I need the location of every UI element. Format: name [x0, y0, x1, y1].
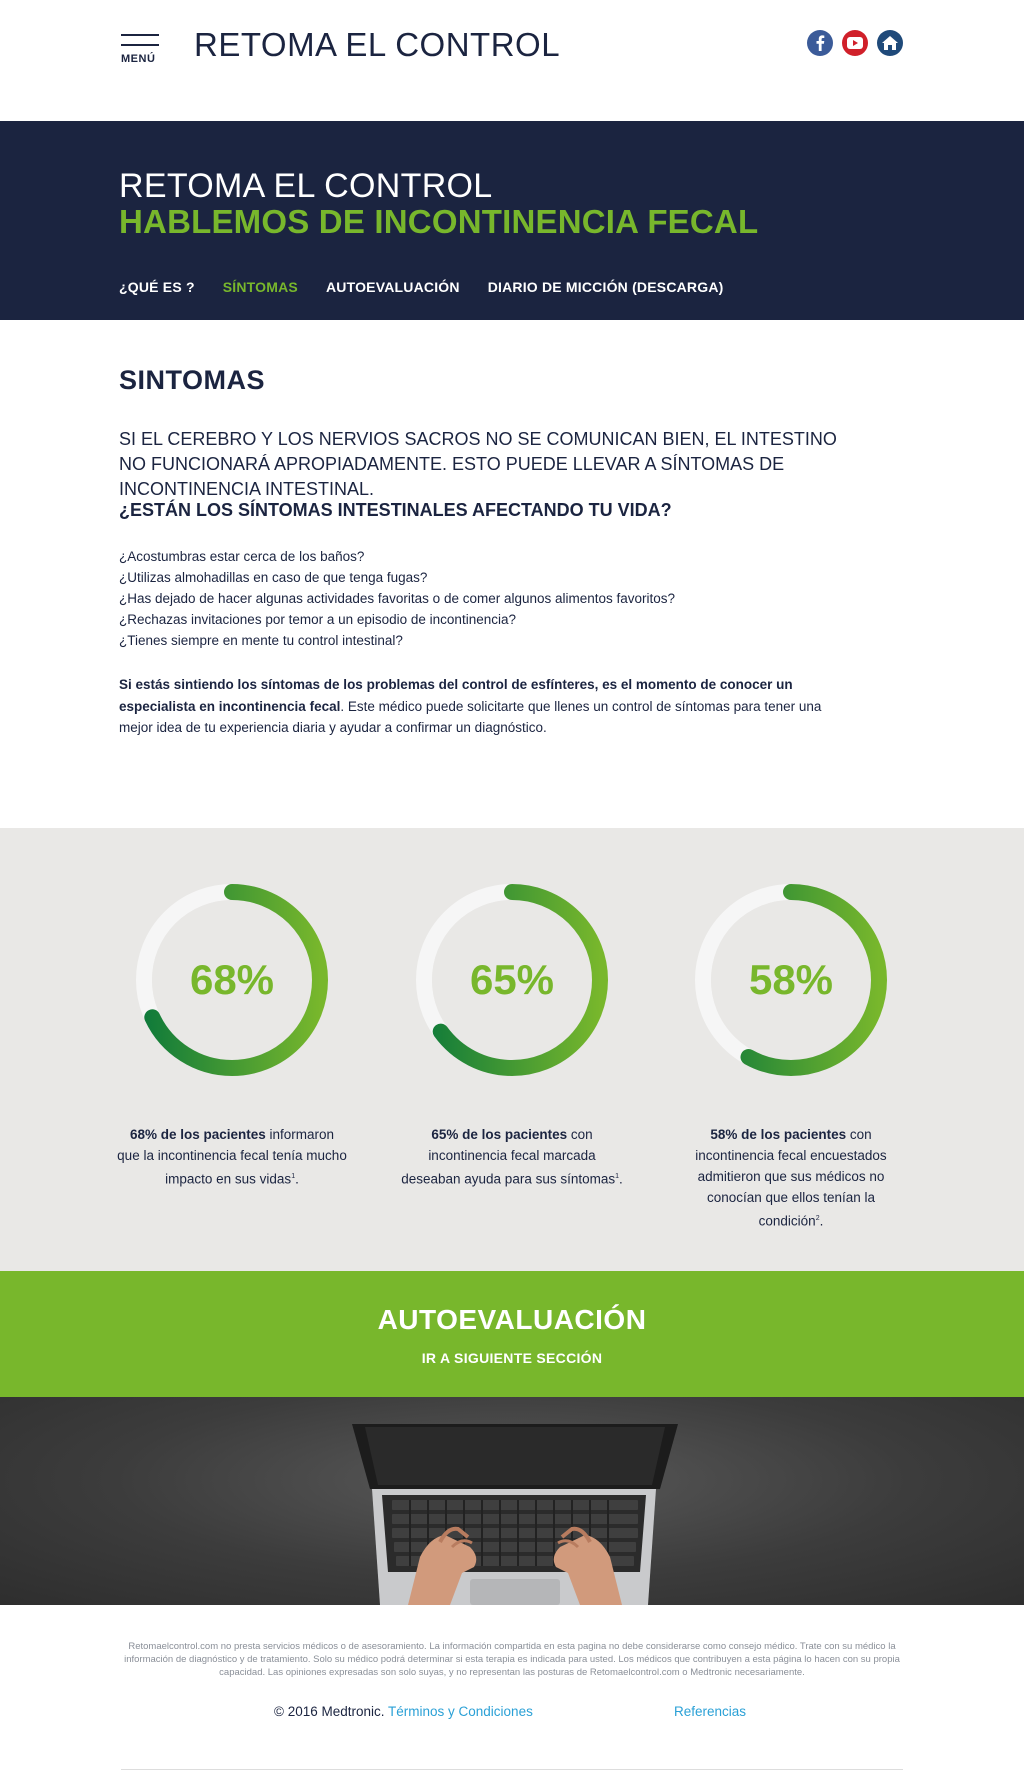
list-item: ¿Rechazas invitaciones por temor a un ep…: [119, 612, 516, 627]
stat-percent: 58%: [748, 956, 834, 1003]
stat-bold: 68% de los pacientes: [129, 1127, 266, 1142]
hero-title: RETOMA EL CONTROL: [119, 167, 493, 205]
cta-subtitle[interactable]: IR A SIGUIENTE SECCIÓN: [0, 1350, 1024, 1366]
hero-banner: RETOMA EL CONTROL HABLEMOS DE INCONTINEN…: [0, 121, 1024, 320]
stat-description: 65% de los pacientes con incontinencia f…: [397, 1124, 627, 1190]
stat-percent: 68%: [189, 956, 275, 1003]
stat-description: 58% de los pacientes con incontinencia f…: [676, 1124, 906, 1232]
stat-tail: .: [619, 1171, 623, 1187]
nav-diario-descarga[interactable]: DIARIO DE MICCIÓN (DESCARGA): [488, 279, 724, 295]
stat-tail: .: [819, 1213, 824, 1229]
stat-tail: .: [295, 1171, 299, 1187]
references-link[interactable]: Referencias: [674, 1704, 746, 1719]
section-title: SINTOMAS: [119, 365, 266, 395]
laptop-photo: [0, 1397, 1024, 1605]
list-item: ¿Acostumbras estar cerca de los baños?: [119, 549, 365, 564]
stats-section: 68% 68% de los pacientes informaron que …: [0, 828, 1024, 1271]
question-list: ¿Acostumbras estar cerca de los baños? ¿…: [119, 546, 675, 651]
lead-text: SI EL CEREBRO Y LOS NERVIOS SACROS NO SE…: [119, 429, 837, 499]
list-item: ¿Utilizas almohadillas en caso de que te…: [119, 570, 428, 585]
stat-bold: 65% de los pacientes: [431, 1127, 568, 1142]
stat-description: 68% de los pacientes informaron que la i…: [117, 1124, 347, 1190]
stat-bold: 58% de los pacientes: [710, 1127, 847, 1142]
copyright: © 2016 Medtronic. Términos y Condiciones: [274, 1704, 533, 1719]
nav-sintomas[interactable]: SÍNTOMAS: [223, 279, 298, 295]
site-header: MENÚ RETOMA EL CONTROL: [0, 0, 1024, 121]
laptop-illustration: [352, 1424, 678, 1605]
section-nav: ¿QUÉ ES ? SÍNTOMAS AUTOEVALUACIÓN DIARIO…: [119, 279, 752, 295]
hamburger-icon-bar: [121, 44, 159, 46]
stat-text: con incontinencia fecal encuestados admi…: [695, 1127, 887, 1229]
stat-percent: 65%: [469, 956, 555, 1003]
youtube-icon[interactable]: [842, 30, 868, 56]
specialist-paragraph: Si estás sintiendo los síntomas de los p…: [119, 674, 839, 739]
hero-subtitle: HABLEMOS DE INCONTINENCIA FECAL: [119, 203, 759, 240]
site-title[interactable]: RETOMA EL CONTROL: [194, 26, 560, 64]
home-icon[interactable]: [877, 30, 903, 56]
autoevaluacion-cta[interactable]: AUTOEVALUACIÓN IR A SIGUIENTE SECCIÓN: [0, 1271, 1024, 1397]
list-item: ¿Has dejado de hacer algunas actividades…: [119, 591, 676, 606]
disclaimer-text: Retomaelcontrol.com no presta servicios …: [124, 1641, 900, 1678]
copyright-text: © 2016 Medtronic.: [274, 1704, 389, 1719]
nav-que-es[interactable]: ¿QUÉ ES ?: [119, 279, 195, 295]
footer-divider: [121, 1769, 903, 1770]
hamburger-icon: [121, 34, 159, 36]
facebook-icon[interactable]: [807, 30, 833, 56]
cta-title: AUTOEVALUACIÓN: [377, 1304, 647, 1335]
menu-label: MENÚ: [121, 53, 156, 65]
list-item: ¿Tienes siempre en mente tu control inte…: [119, 633, 403, 648]
nav-autoevaluacion[interactable]: AUTOEVALUACIÓN: [326, 279, 460, 295]
menu-button[interactable]: MENÚ: [121, 34, 161, 80]
lead-question: ¿ESTÁN LOS SÍNTOMAS INTESTINALES AFECTAN…: [119, 500, 672, 520]
terms-link[interactable]: Términos y Condiciones: [388, 1704, 533, 1719]
